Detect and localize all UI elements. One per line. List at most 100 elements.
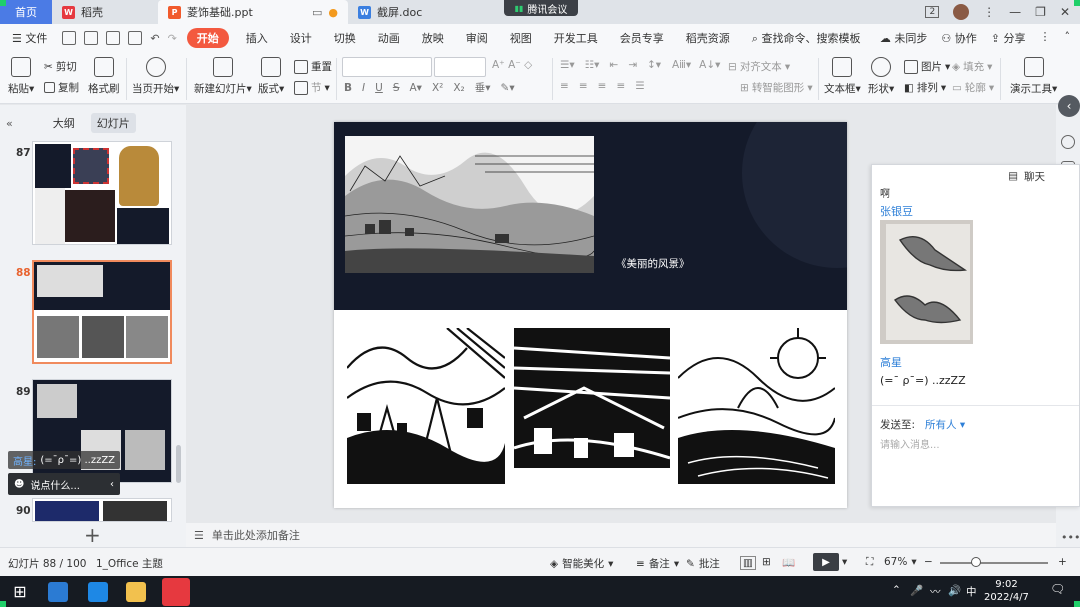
highlight-icon[interactable]: ✎▾ bbox=[501, 82, 515, 94]
sorter-view-icon[interactable]: ⊞ bbox=[762, 556, 771, 568]
zoom-out-button[interactable]: − bbox=[924, 556, 933, 568]
toggle-right-panel-icon[interactable]: ‹ bbox=[1058, 95, 1080, 117]
textbox-button[interactable]: 文本框▾ bbox=[824, 57, 861, 96]
indent-inc-icon[interactable]: ⇥ bbox=[628, 59, 637, 71]
arrange-button[interactable]: ◧ 排列 ▾ bbox=[904, 80, 946, 95]
monitor-icon[interactable]: ▭ bbox=[312, 6, 322, 19]
superscript-icon[interactable]: X² bbox=[432, 82, 443, 94]
command-search[interactable]: ⌕ 查找命令、搜索模板 bbox=[741, 30, 872, 46]
font-color-icon[interactable]: A▾ bbox=[409, 82, 421, 94]
tab-ppt-document[interactable]: P 菱饰基础.ppt ▭ ● bbox=[158, 0, 348, 24]
align-right-icon[interactable]: ≡ bbox=[598, 80, 607, 92]
quick-chat-input[interactable]: ☻ 说点什么... ‹ bbox=[8, 473, 120, 495]
collapse-panel-icon[interactable]: « bbox=[6, 117, 13, 130]
char-spacing-icon[interactable]: 垂▾ bbox=[475, 80, 491, 95]
align-text-button[interactable]: ⊟ 对齐文本 ▾ bbox=[728, 59, 790, 74]
sync-button[interactable]: ☁ 未同步 bbox=[880, 30, 928, 46]
rocket-icon[interactable] bbox=[1061, 135, 1075, 149]
line-spacing-icon[interactable]: ↕▾ bbox=[647, 59, 661, 71]
print-image-right[interactable] bbox=[678, 328, 835, 484]
indent-dec-icon[interactable]: ⇤ bbox=[609, 59, 618, 71]
zoom-in-button[interactable]: + bbox=[1058, 556, 1067, 568]
theme-name[interactable]: 1_Office 主题 bbox=[96, 556, 163, 571]
volume-icon[interactable]: 🔊 bbox=[948, 584, 961, 597]
menu-docer-resources[interactable]: 稻壳资源 bbox=[675, 30, 741, 46]
slide-thumbnail-87[interactable] bbox=[32, 141, 172, 245]
tab-docer[interactable]: W 稻壳 bbox=[52, 0, 158, 24]
paste-button[interactable]: 粘贴▾ bbox=[8, 57, 34, 96]
distribute-icon[interactable]: ☰ bbox=[635, 80, 644, 92]
justify-icon[interactable]: ≡ bbox=[616, 80, 625, 92]
print-icon[interactable] bbox=[106, 31, 121, 45]
fit-window-icon[interactable]: ⛶ bbox=[866, 556, 873, 569]
slide-thumbnail-88[interactable] bbox=[32, 260, 172, 364]
user-avatar[interactable] bbox=[953, 4, 970, 20]
tab-slides[interactable]: 幻灯片 bbox=[90, 113, 136, 133]
font-grow-shrink[interactable]: A⁺ A⁻ ◇ bbox=[492, 59, 532, 71]
fill-button[interactable]: ◈ 填充 ▾ bbox=[952, 59, 992, 74]
menu-design[interactable]: 设计 bbox=[279, 30, 323, 46]
slide-thumbnail-90[interactable] bbox=[32, 498, 172, 522]
shape-button[interactable]: 形状▾ bbox=[868, 57, 894, 96]
menu-animation[interactable]: 动画 bbox=[367, 30, 411, 46]
tray-chevron-icon[interactable]: ⌃ bbox=[892, 584, 901, 596]
play-options-icon[interactable]: ▾ bbox=[842, 556, 847, 568]
app-icon-1[interactable] bbox=[48, 582, 68, 602]
underline-icon[interactable]: U bbox=[375, 82, 383, 94]
from-current-slide-button[interactable]: 当页开始▾ bbox=[132, 57, 179, 96]
tab-home[interactable]: 首页 bbox=[0, 0, 52, 24]
microphone-icon[interactable]: 🎤 bbox=[910, 584, 923, 597]
strike-icon[interactable]: S bbox=[393, 82, 400, 94]
menu-slideshow[interactable]: 放映 bbox=[411, 30, 455, 46]
chat-image-message[interactable] bbox=[880, 220, 973, 344]
align-center-icon[interactable]: ≡ bbox=[579, 80, 588, 92]
layout-button[interactable]: 版式▾ bbox=[258, 57, 284, 96]
notes-button[interactable]: ≡ 备注 ▾ bbox=[636, 556, 679, 571]
number-list-icon[interactable]: ☷▾ bbox=[585, 59, 600, 71]
bold-icon[interactable]: B bbox=[344, 82, 352, 94]
outline-button[interactable]: ▭ 轮廓 ▾ bbox=[952, 80, 994, 95]
smart-beautify-button[interactable]: ◈ 智能美化 ▾ bbox=[550, 556, 613, 571]
share-button[interactable]: ⇪ 分享 bbox=[991, 30, 1026, 46]
menu-member[interactable]: 会员专享 bbox=[609, 30, 675, 46]
collab-button[interactable]: ⚇ 协作 bbox=[941, 30, 976, 46]
chat-message-input[interactable]: 请输入消息... bbox=[880, 436, 940, 451]
more-tools-icon[interactable]: ••• bbox=[1061, 531, 1080, 544]
thumbnail-scrollbar[interactable] bbox=[176, 445, 181, 483]
comments-button[interactable]: ✎ 批注 bbox=[686, 556, 720, 571]
save-icon[interactable] bbox=[62, 31, 77, 45]
notes-area[interactable]: ☰ 单击此处添加备注 bbox=[186, 523, 1056, 547]
notification-icon[interactable]: 🗨 bbox=[1050, 582, 1065, 596]
add-slide-button[interactable]: + bbox=[84, 523, 101, 547]
reading-view-icon[interactable]: 📖 bbox=[782, 556, 795, 569]
preview-icon[interactable] bbox=[128, 31, 143, 45]
picture-button[interactable]: 图片 ▾ bbox=[904, 59, 950, 74]
menu-developer[interactable]: 开发工具 bbox=[543, 30, 609, 46]
menu-transition[interactable]: 切换 bbox=[323, 30, 367, 46]
meeting-indicator[interactable]: ▮▮ 腾讯会议 bbox=[504, 0, 578, 16]
collapse-ribbon-icon[interactable]: ˄ bbox=[1065, 30, 1071, 46]
undo-icon[interactable]: ↶ bbox=[150, 32, 159, 45]
present-tools-button[interactable]: 演示工具▾ bbox=[1010, 57, 1057, 96]
zoom-slider[interactable] bbox=[940, 562, 1048, 564]
input-method-indicator[interactable]: 中 bbox=[966, 584, 977, 599]
minimize-icon[interactable]: — bbox=[1009, 5, 1021, 19]
section-button[interactable]: 节 ▾ bbox=[294, 80, 330, 95]
font-size-select[interactable] bbox=[434, 57, 486, 77]
tab-outline[interactable]: 大纲 bbox=[53, 115, 75, 131]
print-image-left[interactable] bbox=[347, 328, 505, 484]
bullet-list-icon[interactable]: ☰▾ bbox=[560, 59, 575, 71]
copy-button[interactable]: 复制 bbox=[44, 80, 79, 95]
app-icon-2[interactable] bbox=[88, 582, 108, 602]
print-image-middle[interactable] bbox=[514, 328, 670, 484]
align-left-icon[interactable]: ≡ bbox=[560, 80, 569, 92]
more-icon[interactable]: ⋮ bbox=[983, 5, 995, 19]
format-painter-button[interactable]: 格式刷 bbox=[88, 57, 120, 96]
menu-file[interactable]: ☰ 文件 bbox=[8, 30, 58, 46]
redo-icon[interactable]: ↷ bbox=[168, 32, 177, 45]
font-name-select[interactable] bbox=[342, 57, 432, 77]
current-slide[interactable]: 《美丽的风景》 bbox=[334, 122, 847, 508]
cut-button[interactable]: ✂ 剪切 bbox=[44, 59, 77, 74]
menu-view[interactable]: 视图 bbox=[499, 30, 543, 46]
menu-review[interactable]: 审阅 bbox=[455, 30, 499, 46]
